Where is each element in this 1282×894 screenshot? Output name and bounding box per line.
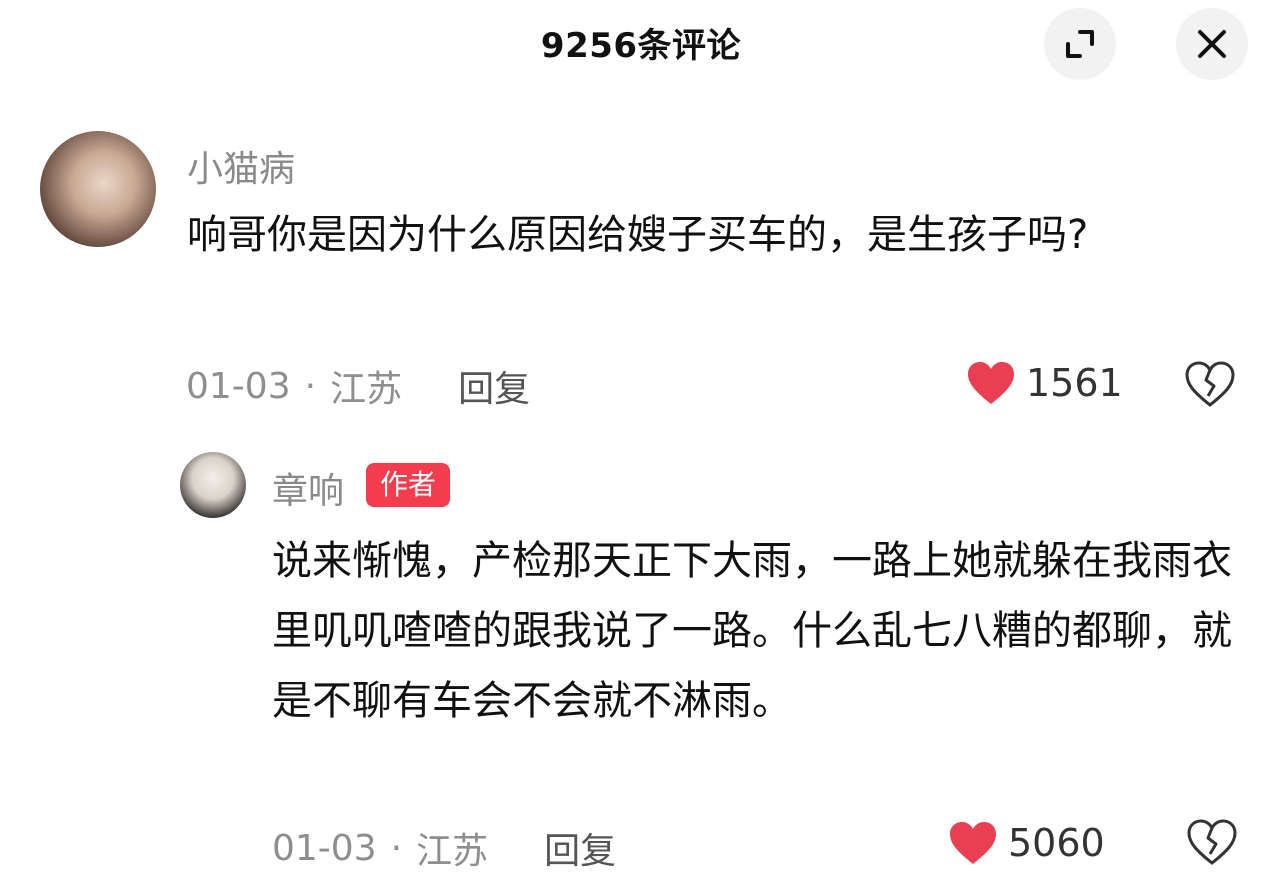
comment-location: 江苏 [330,369,403,410]
meta-separator: · [304,365,317,407]
avatar[interactable] [40,131,156,247]
comment-date: 01-03 [186,365,291,407]
comment-location: 江苏 [416,831,489,872]
reply-button[interactable]: 回复 [544,822,616,874]
comment-text: 说来惭愧，产检那天正下大雨，一路上她就躲在我雨衣里叽叽喳喳的跟我说了一路。什么乱… [272,538,1232,724]
comments-panel: 9256条评论 小猫病 响哥你是因为什么原因给嫂子买车的，是生孩子吗? 01-0… [0,0,1282,894]
meta-separator: · [390,827,403,869]
comment-text: 响哥你是因为什么原因给嫂子买车的，是生孩子吗? [187,212,1089,258]
heart-icon [950,822,996,864]
like-button[interactable]: 5060 [948,820,1105,866]
like-count: 5060 [1008,821,1105,865]
expand-icon [1066,30,1094,58]
broken-heart-icon [1185,361,1235,407]
comment-meta: 01-03 · 江苏 回复 [186,360,530,412]
comment-username[interactable]: 章响 [272,462,344,514]
comment-date: 01-03 [272,827,377,869]
dislike-button[interactable] [1186,818,1238,870]
expand-button[interactable] [1044,8,1116,80]
comment-meta: 01-03 · 江苏 回复 [272,822,616,874]
comment-username[interactable]: 小猫病 [187,140,295,192]
dislike-button[interactable] [1184,360,1236,412]
heart-icon [968,362,1014,404]
like-button[interactable]: 1561 [966,360,1123,406]
author-badge: 作者 [366,463,451,507]
broken-heart-icon [1187,819,1237,865]
close-icon [1198,30,1226,58]
close-button[interactable] [1176,8,1248,80]
like-count: 1561 [1026,361,1123,405]
avatar[interactable] [180,452,246,518]
reply-button[interactable]: 回复 [458,360,530,412]
